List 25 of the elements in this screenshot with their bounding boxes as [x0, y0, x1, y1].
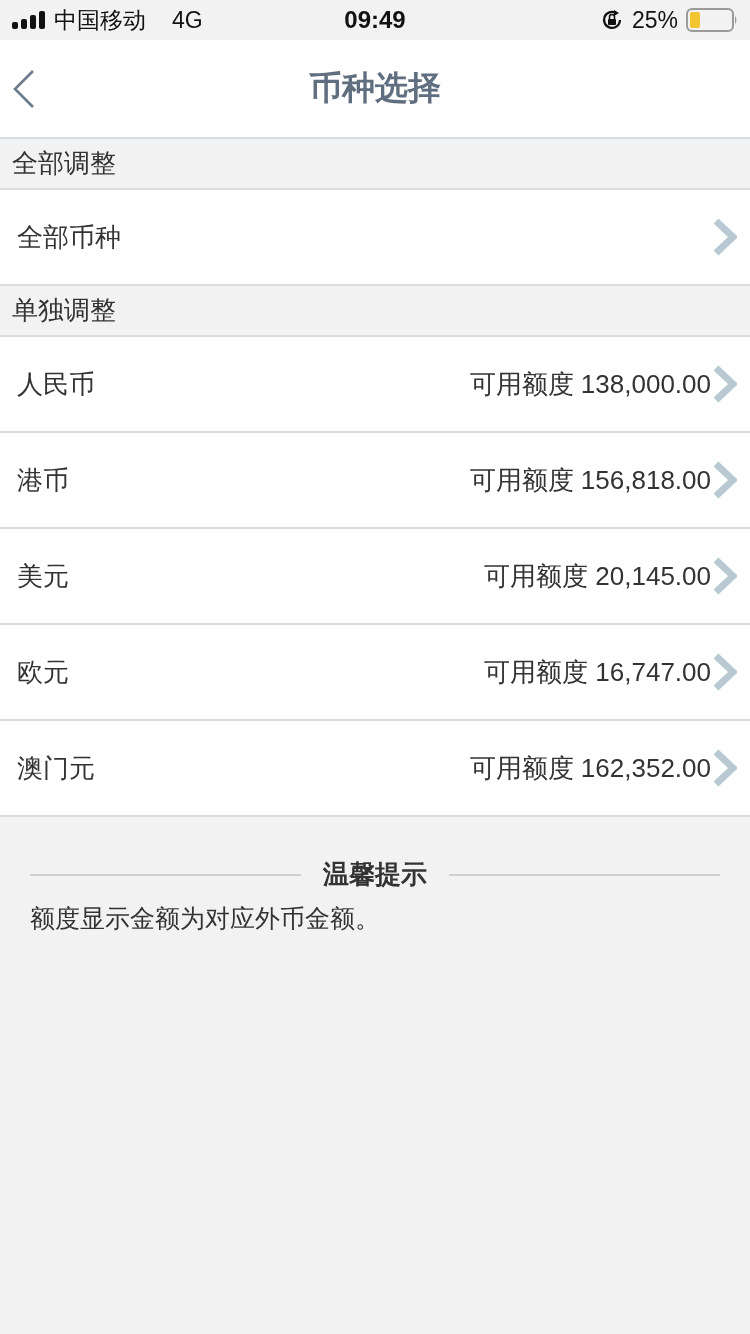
tip-title: 温馨提示 — [322, 858, 428, 891]
currency-row[interactable]: 澳门元 可用额度 162,352.00 — [0, 721, 750, 817]
chevron-right-icon — [713, 365, 737, 403]
currency-row[interactable]: 全部币种 — [0, 190, 750, 286]
chevron-right-icon — [713, 461, 737, 499]
chevron-right-icon — [713, 218, 737, 256]
status-time: 09:49 — [344, 6, 406, 34]
carrier-name: 中国移动 — [54, 5, 146, 35]
chevron-right-icon — [713, 557, 737, 595]
battery-icon — [686, 8, 738, 32]
tip-text: 额度显示金额为对应外币金额。 — [30, 903, 381, 934]
section-header: 全部调整 — [12, 147, 116, 180]
currency-row[interactable]: 人民币 可用额度 138,000.00 — [0, 337, 750, 433]
currency-row[interactable]: 美元 可用额度 20,145.00 — [0, 529, 750, 625]
network-type: 4G — [172, 6, 203, 34]
battery-percent: 25% — [631, 6, 678, 34]
currency-row[interactable]: 欧元 可用额度 16,747.00 — [0, 625, 750, 721]
section-header: 单独调整 — [12, 294, 116, 327]
chevron-right-icon — [713, 653, 737, 691]
back-chevron-icon — [12, 68, 36, 109]
currency-row[interactable]: 港币 可用额度 156,818.00 — [0, 433, 750, 529]
chevron-right-icon — [713, 749, 737, 787]
page-title: 币种选择 — [309, 68, 441, 108]
signal-icon — [12, 11, 48, 29]
back-button[interactable] — [12, 68, 36, 109]
